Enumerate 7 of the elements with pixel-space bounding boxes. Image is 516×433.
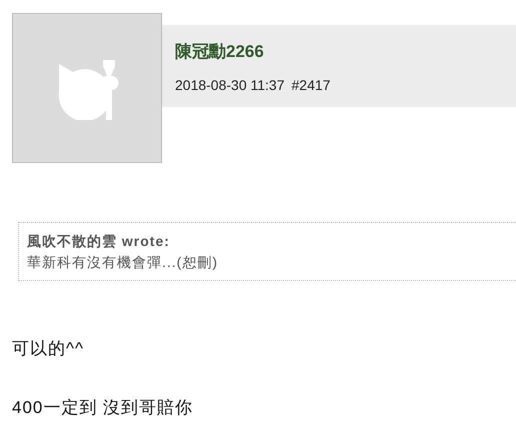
post-number[interactable]: #2417: [292, 76, 330, 92]
post-text: 400一定到 沒到哥賠你: [12, 397, 194, 419]
post-text: 可以的^^: [12, 338, 85, 360]
author-name[interactable]: 陳冠勳2266: [175, 40, 516, 62]
post-timestamp: 2018-08-30 11:37: [175, 76, 284, 92]
quote-author: 風吹不散的雲 wrote:: [27, 233, 171, 251]
quote-text: 華新科有沒有機會彈...(恕刪): [27, 254, 219, 272]
